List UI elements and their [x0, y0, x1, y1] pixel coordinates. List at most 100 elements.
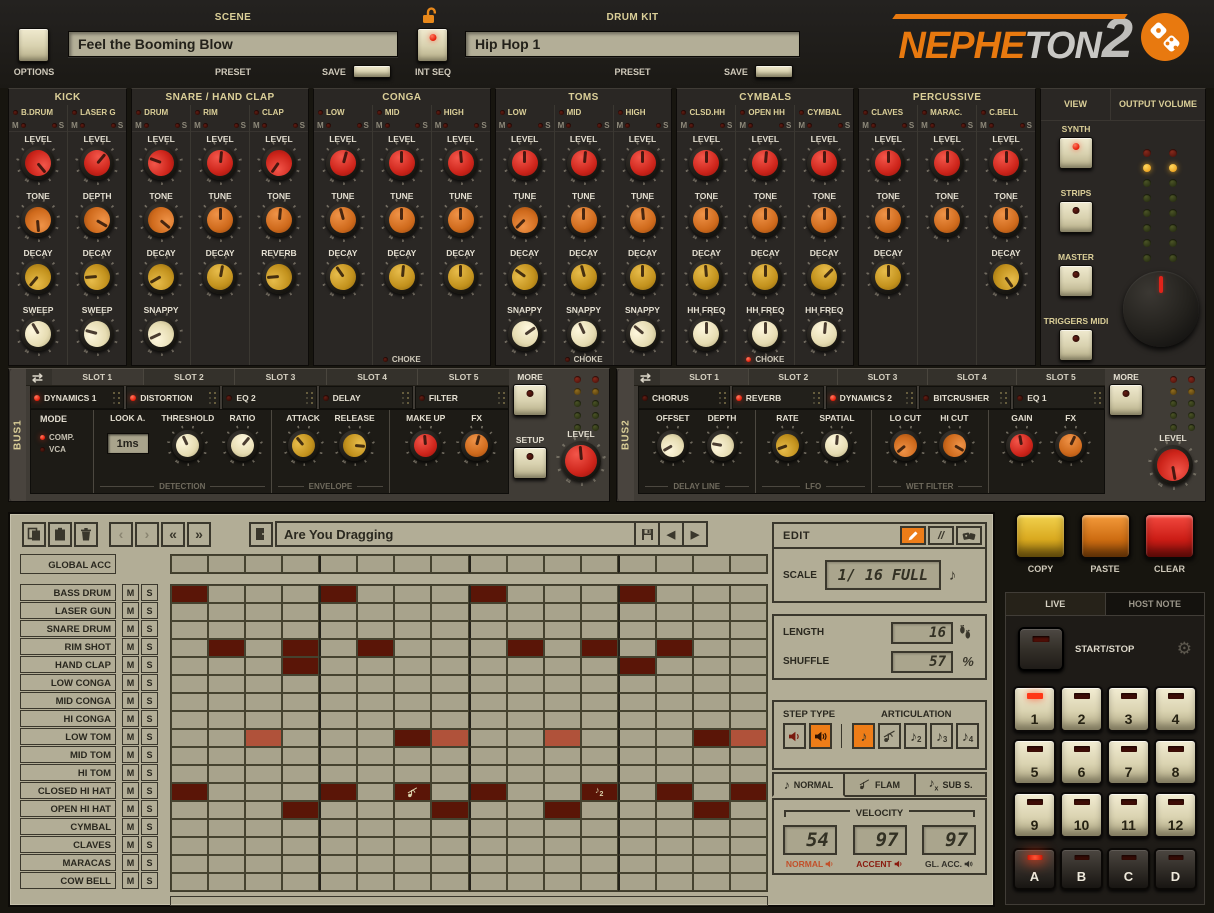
mute-toggle[interactable]: M: [435, 121, 449, 130]
step-cell[interactable]: [245, 747, 282, 765]
decay-knob[interactable]: [80, 260, 114, 294]
step-cell[interactable]: [730, 747, 767, 765]
step-cell[interactable]: [245, 675, 282, 693]
mode-option-comp[interactable]: COMP.: [40, 433, 93, 442]
step-cell[interactable]: [730, 657, 767, 675]
step-cell[interactable]: [171, 711, 208, 729]
next-variation-button[interactable]: ▶: [682, 523, 706, 545]
step-cell[interactable]: [507, 837, 544, 855]
step-cell[interactable]: [394, 603, 431, 621]
step-cell[interactable]: [581, 765, 618, 783]
step-cell[interactable]: [171, 639, 208, 657]
step-cell[interactable]: [245, 621, 282, 639]
track-solo-button[interactable]: S: [141, 800, 158, 817]
step-cell[interactable]: [394, 837, 431, 855]
fx-module-dynamics-2[interactable]: DYNAMICS 2: [826, 386, 918, 409]
copy-pattern-icon[interactable]: [22, 522, 46, 547]
step-cell[interactable]: [469, 585, 507, 603]
hi-cut-knob[interactable]: [939, 430, 970, 461]
tune-knob[interactable]: [626, 203, 660, 237]
step-cell[interactable]: [618, 783, 656, 801]
step-cell[interactable]: [245, 837, 282, 855]
step-cell[interactable]: [730, 603, 767, 621]
tab-sub-steps[interactable]: ♪xSUB S.: [916, 772, 987, 797]
tune-knob[interactable]: [508, 203, 542, 237]
step-cell[interactable]: [208, 621, 245, 639]
track-label-cow-bell[interactable]: COW BELL: [20, 872, 116, 889]
track-mute-button[interactable]: M: [122, 728, 139, 745]
slot-tab-2[interactable]: SLOT 2: [143, 369, 235, 385]
solo-toggle[interactable]: S: [656, 121, 668, 130]
step-cell[interactable]: [357, 873, 394, 891]
solo-toggle[interactable]: S: [779, 121, 791, 130]
decay-knob[interactable]: [689, 260, 723, 294]
step-cell[interactable]: [618, 603, 656, 621]
solo-toggle[interactable]: S: [538, 121, 550, 130]
level-knob[interactable]: [748, 146, 782, 180]
step-cell[interactable]: [693, 801, 730, 819]
fx-knob[interactable]: [461, 430, 492, 461]
articulation-flam-button[interactable]: [878, 723, 901, 749]
mute-toggle[interactable]: M: [194, 121, 208, 130]
tone-knob[interactable]: [871, 203, 905, 237]
step-cell[interactable]: [282, 657, 319, 675]
step-cell[interactable]: [544, 711, 581, 729]
step-cell[interactable]: [730, 873, 767, 891]
bank-d-button[interactable]: D: [1154, 848, 1197, 890]
step-cell[interactable]: [319, 693, 357, 711]
step-cell[interactable]: [282, 873, 319, 891]
level-knob[interactable]: [689, 146, 723, 180]
step-cell[interactable]: [357, 639, 394, 657]
ratio-knob[interactable]: [227, 430, 258, 461]
mute-toggle[interactable]: M: [135, 121, 149, 130]
step-cell[interactable]: [357, 729, 394, 747]
level-knob[interactable]: [326, 146, 360, 180]
scene-name-field[interactable]: Feel the Booming Blow: [68, 31, 398, 57]
velocity-normal-display[interactable]: 54: [783, 825, 837, 855]
hh-freq-knob[interactable]: [689, 317, 723, 351]
step-cell[interactable]: [730, 801, 767, 819]
track-mute-button[interactable]: M: [122, 710, 139, 727]
bus-level-knob[interactable]: [1153, 445, 1193, 485]
step-cell[interactable]: [431, 855, 468, 873]
tab-host-note[interactable]: HOST NOTE: [1105, 593, 1205, 615]
step-cell[interactable]: [618, 639, 656, 657]
step-cell[interactable]: [319, 765, 357, 783]
step-cell[interactable]: [394, 765, 431, 783]
step-cell[interactable]: [245, 729, 282, 747]
track-solo-button[interactable]: S: [141, 854, 158, 871]
step-cell[interactable]: ♪2: [581, 783, 618, 801]
step-cell[interactable]: [357, 819, 394, 837]
step-cell[interactable]: [507, 675, 544, 693]
step-cell[interactable]: [618, 873, 656, 891]
step-cell[interactable]: [507, 693, 544, 711]
solo-toggle[interactable]: S: [293, 121, 305, 130]
solo-toggle[interactable]: S: [474, 121, 486, 130]
articulation-sub4-button[interactable]: ♪4: [956, 723, 979, 749]
step-cell[interactable]: [171, 837, 208, 855]
step-cell[interactable]: [507, 711, 544, 729]
step-cell[interactable]: [581, 675, 618, 693]
bank-c-button[interactable]: C: [1107, 848, 1150, 890]
step-cell[interactable]: [581, 585, 618, 603]
fx-module-eq-2[interactable]: EQ 2: [222, 386, 316, 409]
step-cell[interactable]: [319, 783, 357, 801]
level-knob[interactable]: [144, 146, 178, 180]
snappy-knob[interactable]: [626, 317, 660, 351]
grid-scrollbar[interactable]: [170, 896, 768, 906]
track-label-low-conga[interactable]: LOW CONGA: [20, 674, 116, 691]
decay-knob[interactable]: [508, 260, 542, 294]
random-tool-button[interactable]: [956, 526, 982, 545]
step-cell[interactable]: [208, 819, 245, 837]
last-pattern-button[interactable]: »: [187, 522, 211, 547]
step-cell[interactable]: [730, 783, 767, 801]
track-label-snare-drum[interactable]: SNARE DRUM: [20, 620, 116, 637]
step-cell[interactable]: [656, 801, 693, 819]
step-cell[interactable]: [544, 837, 581, 855]
step-cell[interactable]: [208, 693, 245, 711]
slot-tab-5[interactable]: SLOT 5: [1016, 369, 1105, 385]
mute-toggle[interactable]: M: [739, 121, 753, 130]
tone-knob[interactable]: [262, 203, 296, 237]
step-cell[interactable]: [282, 855, 319, 873]
offset-knob[interactable]: [657, 430, 688, 461]
